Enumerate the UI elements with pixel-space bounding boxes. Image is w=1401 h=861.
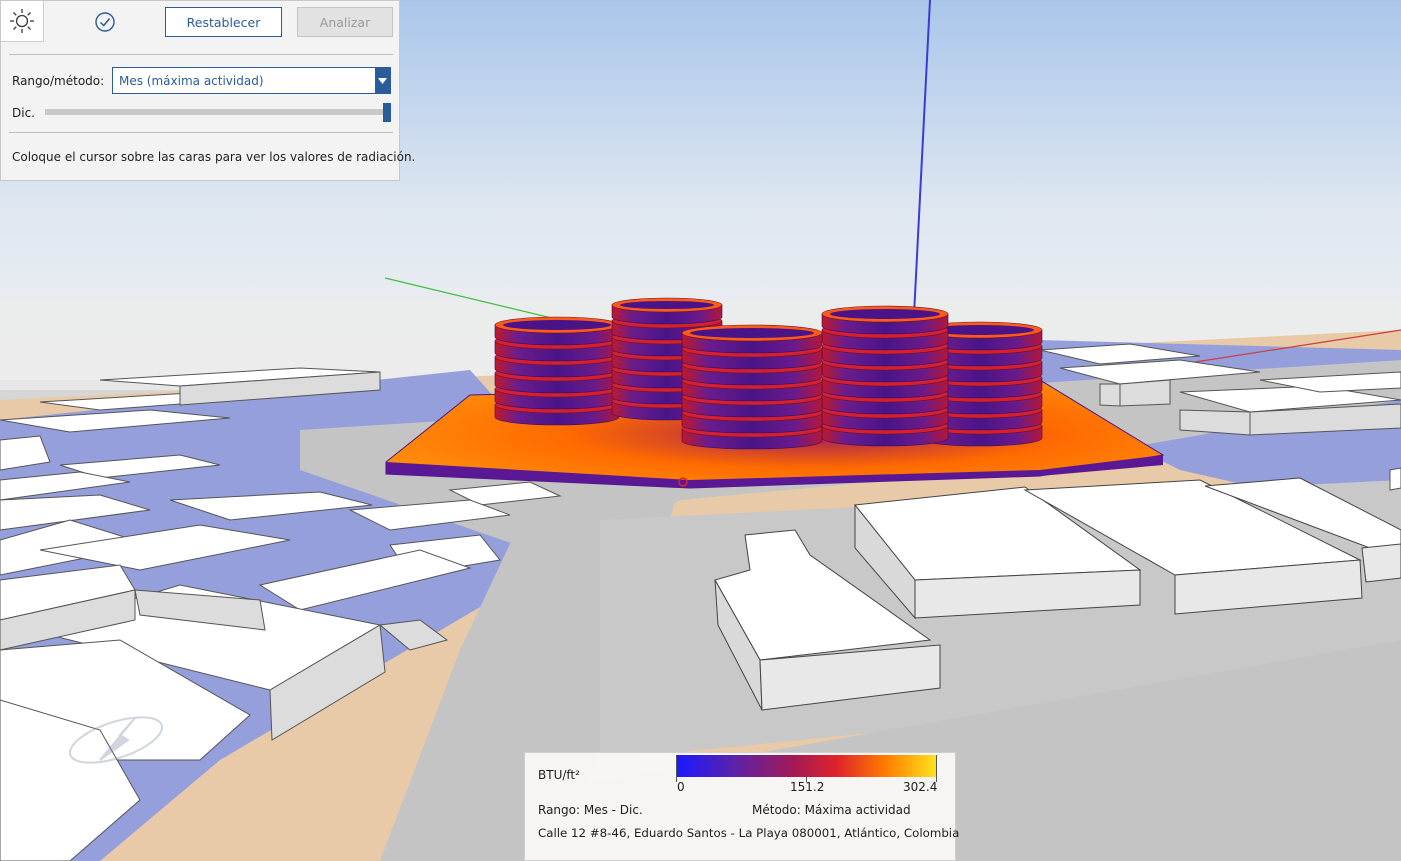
sun-settings-button[interactable] (1, 1, 44, 42)
month-slider-thumb[interactable] (383, 103, 391, 122)
legend-range: Rango: Mes - Dic. (538, 803, 643, 817)
dropdown-arrow-icon[interactable] (375, 68, 390, 93)
legend-max: 302.4 (903, 780, 938, 794)
legend-address: Calle 12 #8-46, Eduardo Santos - La Play… (538, 826, 960, 840)
analyze-button[interactable]: Analizar (297, 7, 393, 37)
sun-settings-icon (10, 9, 34, 33)
tower-1 (494, 316, 620, 426)
month-label: Dic. (12, 106, 35, 120)
reset-button[interactable]: Restablecer (165, 7, 282, 37)
solar-analysis-panel: Restablecer Analizar Rango/método: Mes (… (0, 0, 415, 181)
tower-roof (690, 328, 814, 338)
confirm-button[interactable] (83, 1, 126, 42)
check-circle-icon (94, 11, 115, 32)
tower-5 (681, 324, 823, 450)
radiation-legend: BTU/ft² 0 151.2 302.4 Rango: Mes - Dic. … (524, 752, 960, 861)
legend-mid: 151.2 (790, 780, 825, 794)
tower-roof (830, 309, 940, 319)
legend-color-scale (676, 755, 937, 777)
legend-min: 0 (677, 780, 685, 794)
month-slider-fill (45, 109, 391, 115)
range-method-value: Mes (máxima actividad) (119, 74, 264, 88)
tower-roof (503, 320, 611, 330)
month-slider[interactable] (45, 103, 391, 122)
hover-hint-text: Coloque el cursor sobre las caras para v… (12, 150, 416, 164)
tower-4 (821, 305, 949, 447)
range-method-label: Rango/método: (12, 74, 105, 88)
divider (9, 54, 393, 55)
tower-roof (620, 301, 714, 309)
legend-unit: BTU/ft² (538, 768, 580, 782)
legend-method: Método: Máxima actividad (752, 803, 911, 817)
divider (9, 132, 393, 133)
range-method-dropdown[interactable]: Mes (máxima actividad) (112, 67, 391, 94)
